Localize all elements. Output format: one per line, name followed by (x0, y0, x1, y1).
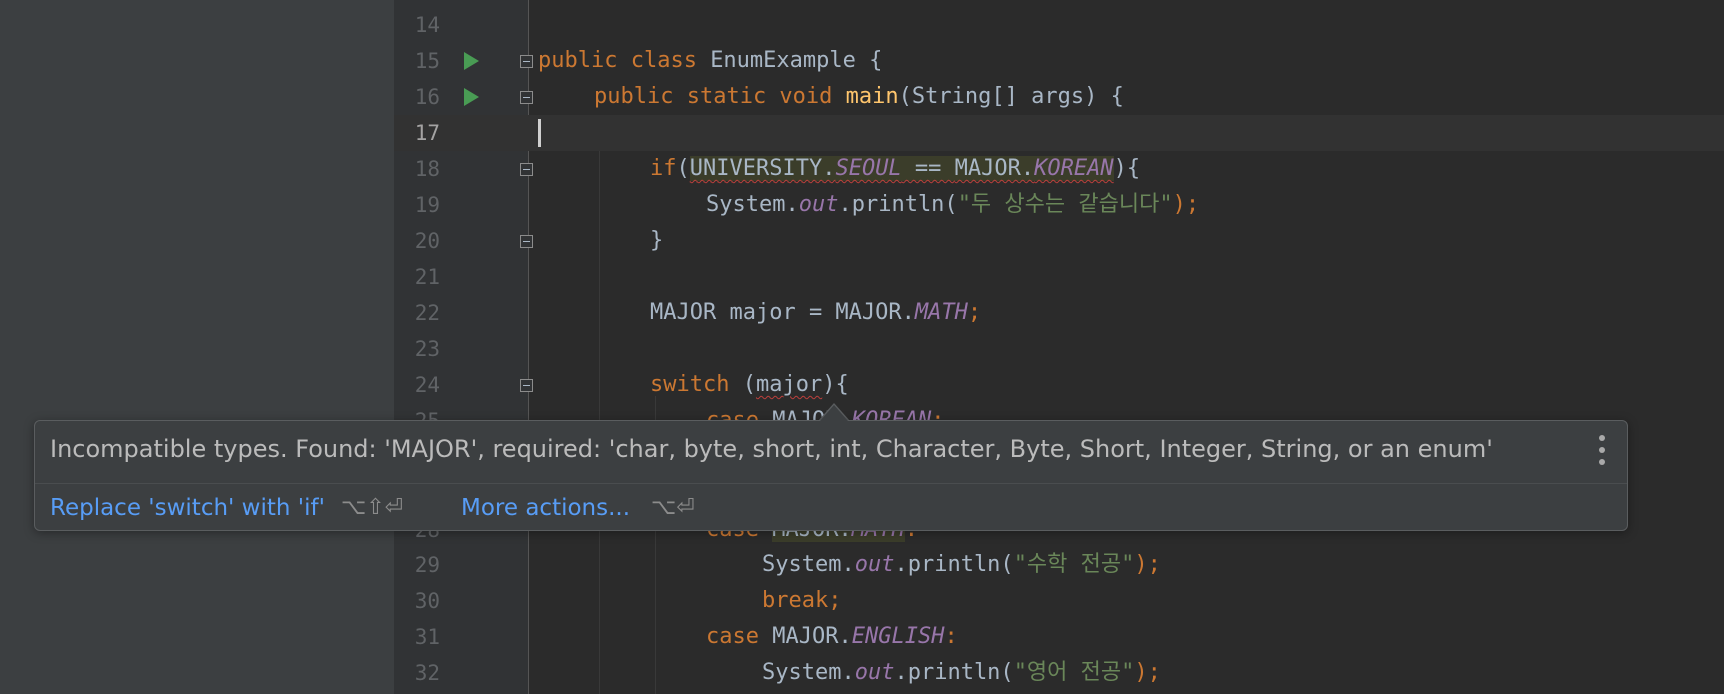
code-line-current[interactable]: 17 (394, 115, 1724, 151)
project-panel (0, 0, 394, 694)
shortcut-hint: ⌥⏎ (651, 495, 695, 520)
line-number: 23 (414, 337, 440, 361)
code-line[interactable]: 21 (394, 259, 1724, 295)
code-text: if(UNIVERSITY.SEOUL == MAJOR.KOREAN){ (650, 156, 1141, 181)
fold-icon[interactable] (520, 379, 533, 392)
code-line[interactable]: 24 switch (major){ (394, 367, 1724, 403)
kebab-menu-icon[interactable] (1599, 435, 1605, 465)
code-line[interactable]: 16 public static void main(String[] args… (394, 79, 1724, 115)
code-text: public static void main(String[] args) { (594, 84, 1124, 109)
code-line[interactable]: 22 MAJOR major = MAJOR.MATH; (394, 295, 1724, 331)
line-number: 19 (414, 193, 440, 217)
code-line[interactable]: 31 case MAJOR.ENGLISH: (394, 619, 1724, 655)
line-number: 14 (414, 13, 440, 37)
code-line[interactable]: 20 } (394, 223, 1724, 259)
run-icon[interactable] (464, 52, 479, 70)
code-text: break; (762, 588, 842, 613)
code-line[interactable]: 30 break; (394, 583, 1724, 619)
popup-divider (35, 483, 1627, 484)
popup-pointer-fill (820, 405, 848, 421)
line-number: 22 (414, 301, 440, 325)
code-text: case MAJOR.ENGLISH: (706, 624, 958, 649)
code-line[interactable]: 18 if(UNIVERSITY.SEOUL == MAJOR.KOREAN){ (394, 151, 1724, 187)
shortcut-hint: ⌥⇧⏎ (341, 495, 404, 520)
line-number: 18 (414, 157, 440, 181)
code-text: switch (major){ (650, 372, 849, 397)
line-number: 15 (414, 49, 440, 73)
replace-switch-with-if-action[interactable]: Replace 'switch' with 'if' (50, 495, 325, 521)
error-message: Incompatible types. Found: 'MAJOR', requ… (50, 435, 1493, 463)
line-number: 31 (414, 625, 440, 649)
line-number: 30 (414, 589, 440, 613)
more-actions-link[interactable]: More actions... (461, 495, 630, 521)
code-text: } (650, 228, 664, 253)
code-text: System.out.println("두 상수는 같습니다"); (706, 192, 1200, 217)
run-icon[interactable] (464, 88, 479, 106)
code-text: public class EnumExample { (538, 48, 883, 73)
code-line[interactable]: 14 (394, 7, 1724, 43)
text-caret (538, 119, 541, 147)
code-text: MAJOR major = MAJOR.MATH; (650, 300, 982, 325)
line-number: 21 (414, 265, 440, 289)
line-number: 29 (414, 553, 440, 577)
fold-icon[interactable] (520, 163, 533, 176)
code-text: System.out.println("영어 전공"); (762, 660, 1161, 685)
code-line[interactable]: 29 System.out.println("수학 전공"); (394, 547, 1724, 583)
line-number: 16 (414, 85, 440, 109)
line-number: 20 (414, 229, 440, 253)
fold-icon[interactable] (520, 55, 533, 68)
fold-icon[interactable] (520, 235, 533, 248)
code-text: System.out.println("수학 전공"); (762, 552, 1161, 577)
line-number: 24 (414, 373, 440, 397)
code-line[interactable]: 32 System.out.println("영어 전공"); (394, 655, 1724, 691)
code-editor[interactable]: 14 15 public class EnumExample { 16 publ… (394, 0, 1724, 694)
line-number: 17 (414, 121, 440, 145)
error-tooltip: Incompatible types. Found: 'MAJOR', requ… (34, 420, 1628, 531)
line-number: 32 (414, 661, 440, 685)
code-line[interactable]: 15 public class EnumExample { (394, 43, 1724, 79)
fold-icon[interactable] (520, 91, 533, 104)
code-line[interactable]: 23 (394, 331, 1724, 367)
code-line[interactable]: 19 System.out.println("두 상수는 같습니다"); (394, 187, 1724, 223)
